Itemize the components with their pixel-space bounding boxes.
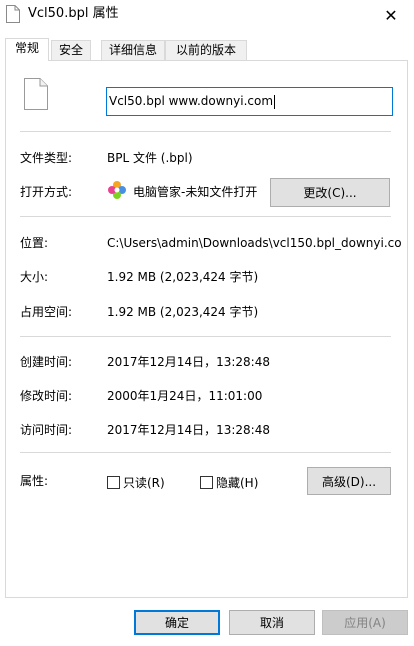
app-icon [108,181,126,199]
created-label: 创建时间: [20,355,73,369]
tab-security[interactable]: 安全 [51,40,91,60]
attributes-label: 属性: [20,474,49,488]
opens-with-value: 电脑管家-未知文件打开 [133,185,258,199]
accessed-value: 2017年12月14日，13:28:48 [107,423,270,437]
general-panel: Vcl50.bpl www.downyi.com 文件类型: BPL 文件 (.… [5,60,408,598]
separator [20,336,391,337]
hidden-checkbox[interactable] [200,476,213,489]
opens-with-label: 打开方式: [20,185,73,199]
size-on-disk-value: 1.92 MB (2,023,424 字节) [107,305,259,319]
advanced-button[interactable]: 高级(D)... [307,467,391,495]
type-label: 文件类型: [20,151,73,165]
size-on-disk-label: 占用空间: [20,305,73,319]
title-bar: Vcl50.bpl 属性 ✕ [0,0,414,30]
created-value: 2017年12月14日，13:28:48 [107,355,270,369]
hidden-label[interactable]: 隐藏(H) [216,475,258,491]
size-label: 大小: [20,270,49,284]
separator [20,216,391,217]
close-button[interactable]: ✕ [368,0,414,30]
file-name-text: Vcl50.bpl www.downyi.com [109,94,274,108]
file-large-icon [24,78,48,110]
file-icon [6,5,20,23]
close-icon: ✕ [384,5,398,25]
tab-previous-versions[interactable]: 以前的版本 [165,40,247,60]
location-value: C:\Users\admin\Downloads\vcl150.bpl_down… [107,236,402,250]
accessed-label: 访问时间: [20,423,73,437]
size-value: 1.92 MB (2,023,424 字节) [107,270,259,284]
readonly-label[interactable]: 只读(R) [123,475,165,491]
window-title: Vcl50.bpl 属性 [28,6,119,21]
modified-label: 修改时间: [20,389,73,403]
separator [20,131,391,132]
apply-button[interactable]: 应用(A) [322,610,408,635]
separator [20,452,391,453]
text-caret [274,94,276,109]
location-label: 位置: [20,236,49,250]
tab-general[interactable]: 常规 [5,38,49,61]
cancel-button[interactable]: 取消 [229,610,315,635]
file-name-input[interactable]: Vcl50.bpl www.downyi.com [106,87,393,116]
type-value: BPL 文件 (.bpl) [107,151,193,165]
change-button[interactable]: 更改(C)... [270,178,390,207]
modified-value: 2000年1月24日，11:01:00 [107,389,263,403]
tab-details[interactable]: 详细信息 [101,40,165,60]
readonly-checkbox[interactable] [107,476,120,489]
ok-button[interactable]: 确定 [134,610,220,635]
